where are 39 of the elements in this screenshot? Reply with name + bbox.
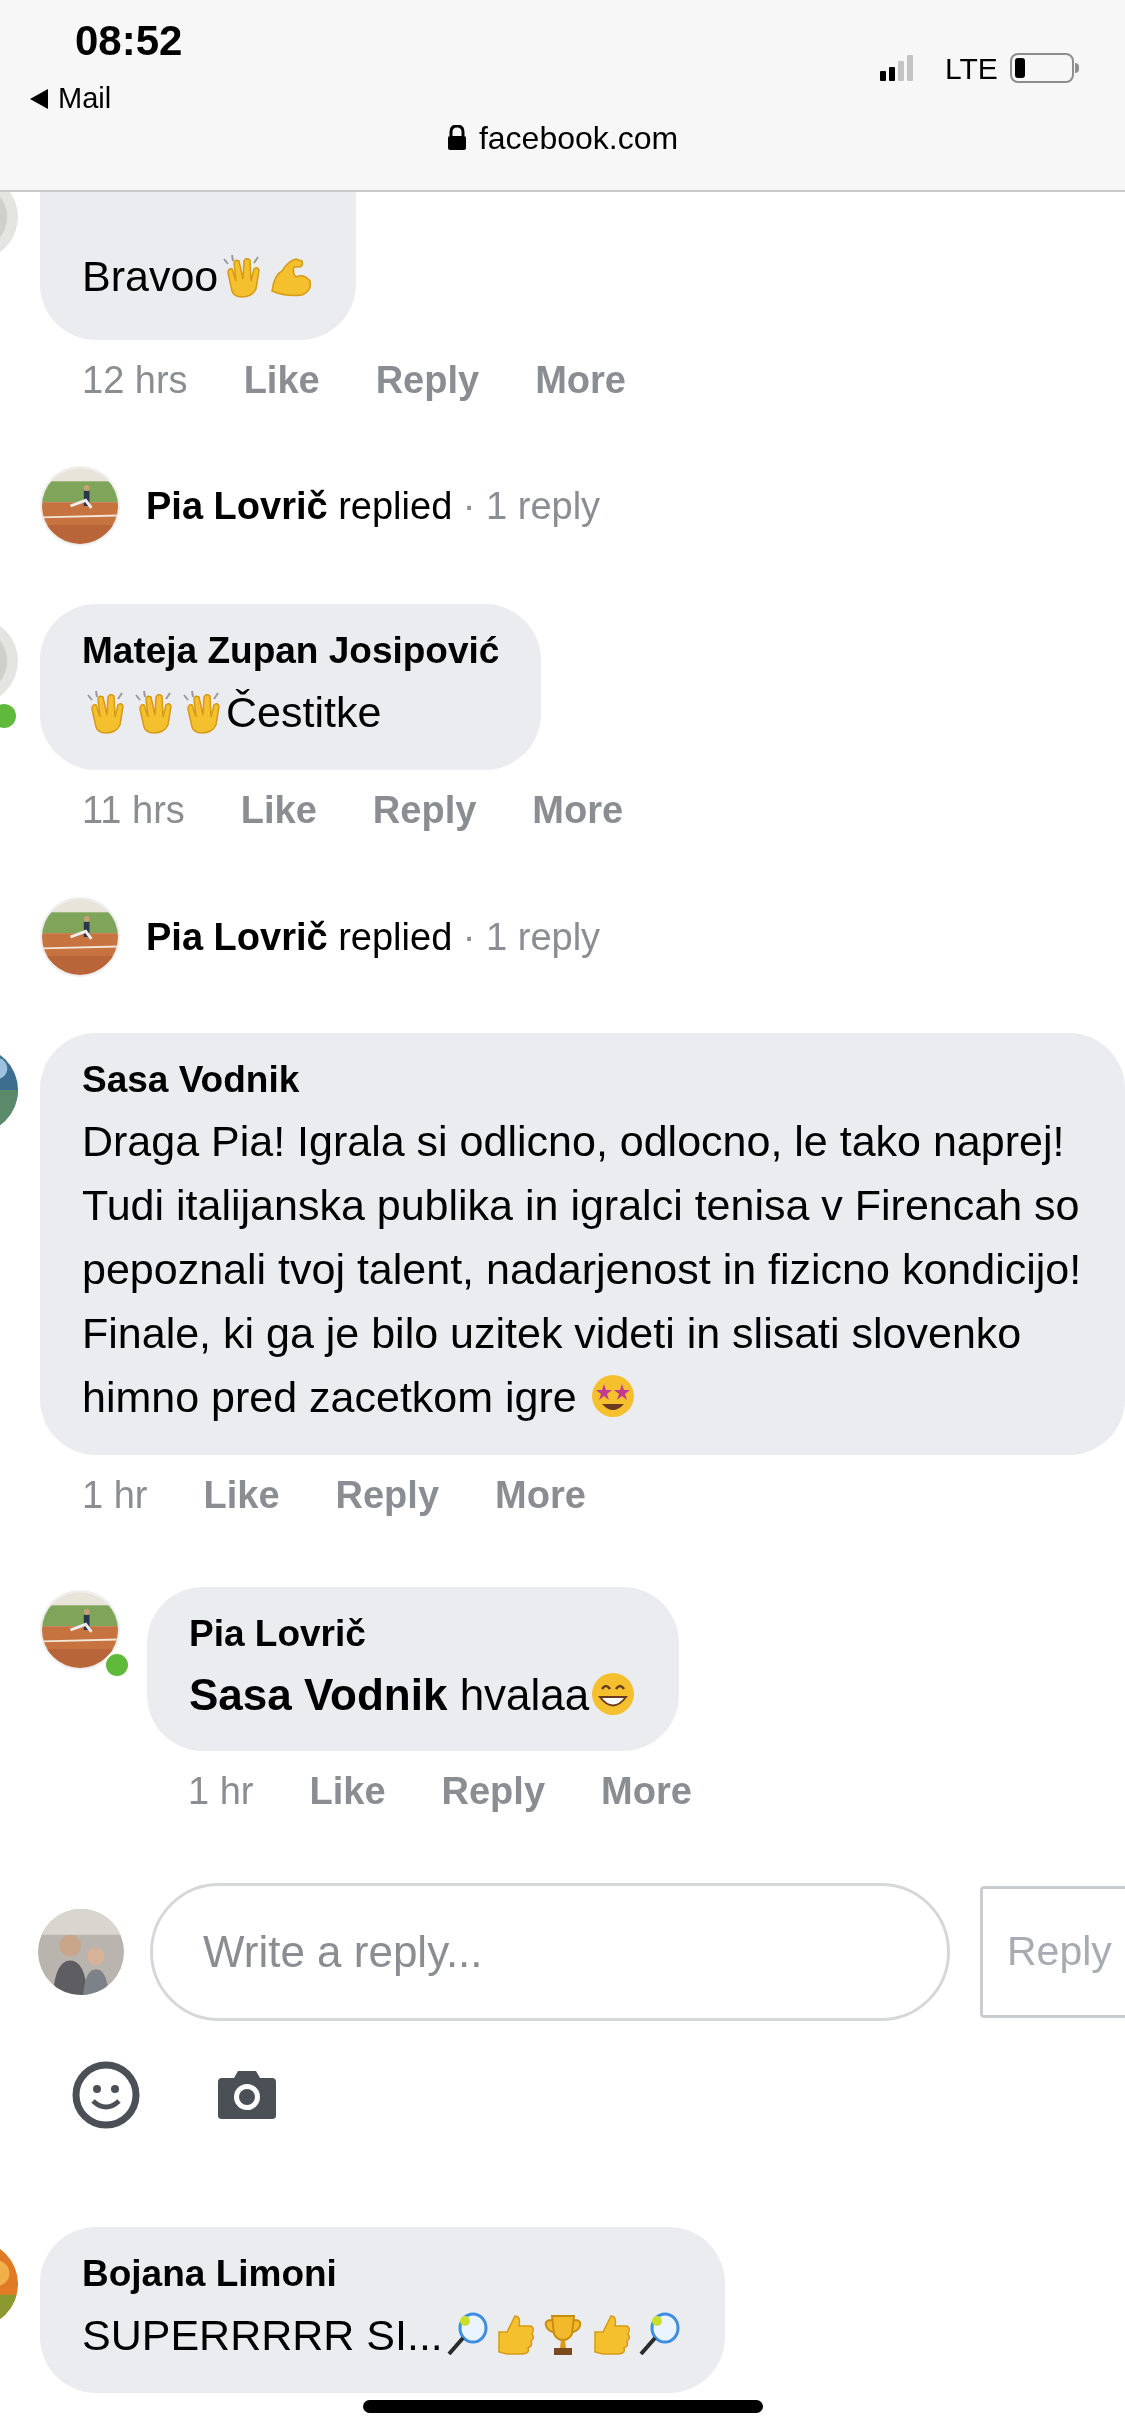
timestamp: 12 hrs — [82, 361, 188, 399]
like-link[interactable]: Like — [203, 1476, 280, 1514]
reply-link[interactable]: Reply — [335, 1476, 439, 1514]
back-arrow-icon — [28, 86, 50, 111]
more-link[interactable]: More — [601, 1772, 692, 1810]
timestamp: 1 hr — [82, 1476, 148, 1514]
comment-text: Sasa Vodnik hvalaa — [189, 1663, 638, 1727]
reply-button[interactable]: Reply — [980, 1886, 1125, 2018]
replies-link[interactable]: Pia Lovrič replied · 1 reply — [146, 918, 601, 956]
more-link[interactable]: More — [532, 791, 624, 829]
commenter-name[interactable]: Pia Lovrič — [189, 1611, 638, 1657]
more-link[interactable]: More — [495, 1476, 586, 1514]
like-link[interactable]: Like — [309, 1772, 386, 1810]
reply-input-field[interactable]: Write a reply... — [150, 1883, 950, 2021]
reply-link[interactable]: Reply — [441, 1772, 545, 1810]
commenter-name[interactable]: Sasa Vodnik — [82, 1057, 1083, 1103]
battery-icon — [1010, 53, 1080, 83]
address-url[interactable]: facebook.com — [478, 122, 679, 154]
back-to-app-link[interactable]: Mail — [28, 84, 112, 113]
network-label: LTE — [945, 54, 998, 84]
signal-icon — [880, 55, 913, 81]
reply-link[interactable]: Reply — [372, 791, 477, 829]
lock-icon — [446, 125, 467, 151]
reply-link[interactable]: Reply — [375, 361, 480, 399]
camera-icon[interactable] — [216, 2070, 278, 2120]
timestamp: 11 hrs — [82, 791, 185, 829]
like-link[interactable]: Like — [243, 361, 320, 399]
emoji-icon[interactable] — [72, 2061, 140, 2129]
clock-time: 08:52 — [75, 20, 183, 62]
comment-text: SUPERRRRR SI... — [82, 2303, 683, 2367]
timestamp: 1 hr — [188, 1772, 254, 1810]
commenter-name[interactable]: Bojana Limoni — [82, 2251, 683, 2297]
comment-text: Bravoo — [82, 244, 315, 308]
more-link[interactable]: More — [535, 361, 626, 399]
like-link[interactable]: Like — [240, 791, 317, 829]
comment-text: Čestitke — [82, 680, 500, 744]
comment-text: Draga Pia! Igrala si odlicno, odlocno, le tako naprej! Tudi italijanska publika in igralci tenisa v Firencah so pepoznali tvoj talent, nadarjenost in fizicno kondicijo! Finale, ki ga je bilo uzitek videti in slisati slovenko himno pred zacetkom igre — [82, 1116, 1083, 1423]
commenter-name[interactable]: Mateja Zupan Josipović — [82, 628, 500, 674]
replies-link[interactable]: Pia Lovrič replied · 1 reply — [146, 487, 601, 525]
